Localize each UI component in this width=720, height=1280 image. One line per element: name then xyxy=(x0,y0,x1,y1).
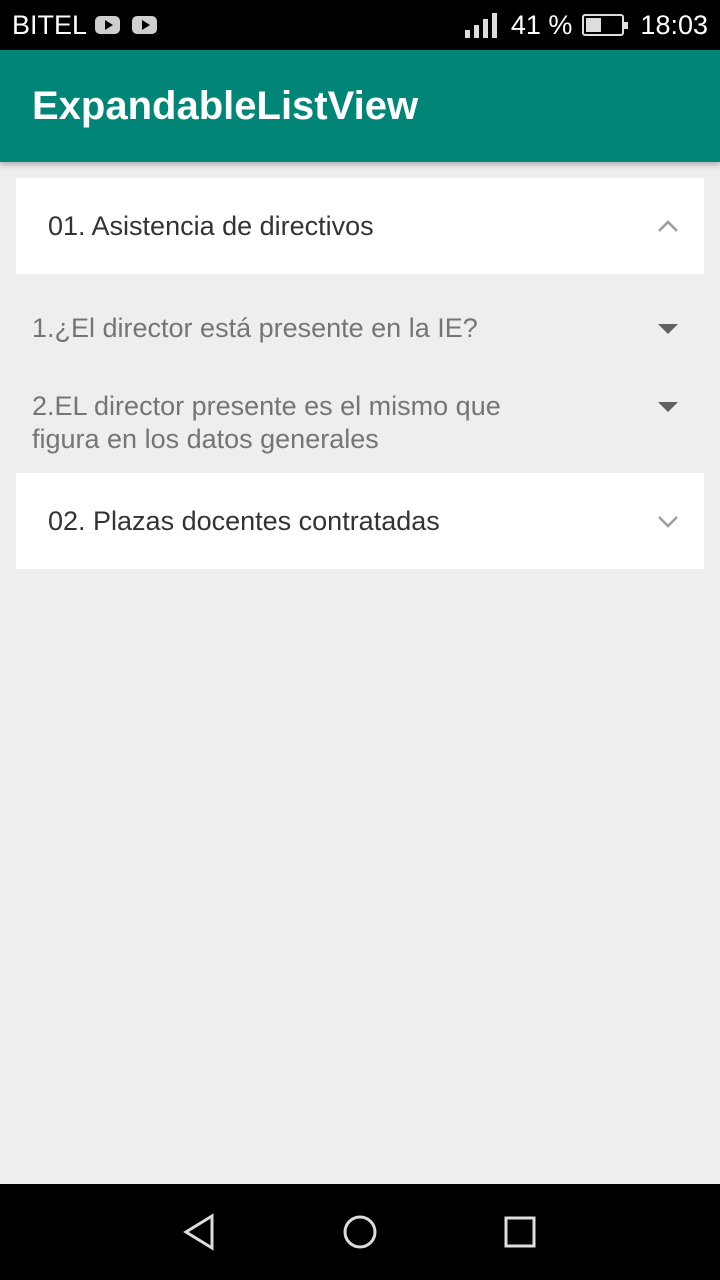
clock: 18:03 xyxy=(640,9,708,40)
group-label: 02. Plazas docentes contratadas xyxy=(48,505,440,536)
chevron-up-icon xyxy=(658,220,678,232)
child-item-director-presente[interactable]: 1.¿El director está presente en la IE? xyxy=(32,312,688,345)
app-title: ExpandableListView xyxy=(32,83,419,128)
youtube-notification-icon xyxy=(132,16,158,34)
status-right: 41 % 18:03 xyxy=(464,9,708,41)
signal-icon xyxy=(464,12,497,38)
back-icon xyxy=(183,1213,214,1251)
status-left: BITEL xyxy=(12,9,158,41)
status-bar: BITEL 41 % 18:03 xyxy=(0,0,720,50)
chevron-down-icon xyxy=(658,516,678,528)
child-item-director-mismo[interactable]: 2.EL director presente es el mismo que f… xyxy=(32,390,688,456)
dropdown-arrow-icon[interactable] xyxy=(658,402,678,412)
recents-icon xyxy=(504,1216,536,1248)
home-button[interactable] xyxy=(340,1212,380,1252)
child-label: 1.¿El director está presente en la IE? xyxy=(32,313,478,343)
group-label: 01. Asistencia de directivos xyxy=(48,210,374,241)
home-icon xyxy=(343,1215,377,1249)
dropdown-arrow-icon[interactable] xyxy=(658,324,678,334)
group-header-asistencia[interactable]: 01. Asistencia de directivos xyxy=(16,178,704,274)
app-bar: ExpandableListView xyxy=(0,50,720,162)
back-button[interactable] xyxy=(180,1212,220,1252)
recents-button[interactable] xyxy=(500,1212,540,1252)
child-label: 2.EL director presente es el mismo que f… xyxy=(32,391,501,454)
navigation-bar xyxy=(0,1184,720,1280)
youtube-notification-icon xyxy=(95,16,121,34)
group-header-plazas[interactable]: 02. Plazas docentes contratadas xyxy=(16,473,704,569)
battery-percent: 41 % xyxy=(510,9,573,40)
carrier-label: BITEL xyxy=(12,9,88,40)
battery-icon xyxy=(582,14,629,36)
